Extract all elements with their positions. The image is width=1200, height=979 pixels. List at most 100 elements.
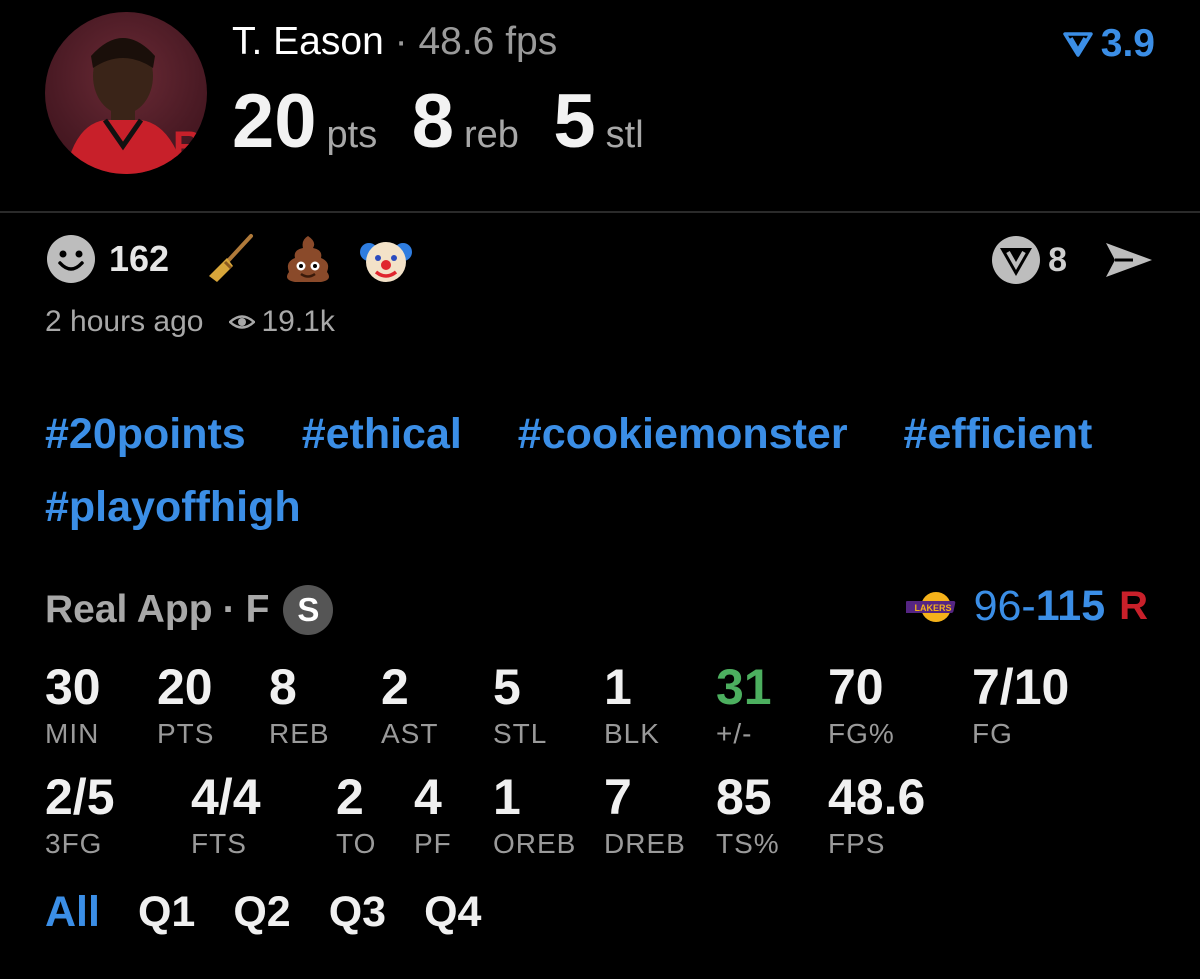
stat-cell: 31 +/- [716,660,772,750]
player-name[interactable]: T. Eason [232,20,384,63]
stat-cell: 70 FG% [828,660,895,750]
fps-text: 48.6 fps [418,20,558,63]
player-fps-line: T. Eason · 48.6 fps [232,20,557,64]
stat-cell: 7 DREB [604,770,686,860]
plus-minus-value: 31 [716,659,772,715]
s-badge[interactable]: S [283,585,334,635]
stat-cell: 2 TO [336,770,376,860]
time-ago: 2 hours ago [45,305,204,338]
send-icon[interactable] [1103,240,1155,280]
stat-cell: 5 STL [493,660,547,750]
stat-value: 4 [414,769,442,825]
stat-cell: 48.6 FPS [828,770,925,860]
stat-value: 5 [493,659,521,715]
rating-value: 3.9 [1100,22,1155,65]
stat-label: FPS [828,828,886,859]
hashtag[interactable]: #ethical [302,398,462,471]
stat-label: +/- [716,718,753,749]
clown-emoji[interactable] [359,232,413,286]
stat-label: TS% [716,828,780,859]
tab-all[interactable]: All [45,888,100,937]
stat-label: FG% [828,718,895,749]
stat-label: PTS [157,718,215,749]
quarter-tabs: All Q1 Q2 Q3 Q4 [45,888,481,937]
away-score: 96 [973,582,1022,630]
tab-q2[interactable]: Q2 [233,888,290,937]
stat-label: REB [269,718,330,749]
stat-cell: 4/4 FTS [191,770,261,860]
rating-chevron-icon [1063,32,1093,57]
poop-emoji[interactable] [281,232,335,286]
score-dash: - [1021,582,1036,630]
stat-label: TO [336,828,377,859]
pts-label: pts [326,114,378,156]
stl-label: stl [605,114,644,156]
views: 19.1k [229,305,335,339]
stat-label: 3FG [45,828,103,859]
stat-value: 8 [269,659,297,715]
rating-badge[interactable]: 3.9 [1063,22,1155,66]
stat-label: FTS [191,828,247,859]
stat-value: 4/4 [191,769,261,825]
stat-cell: 2 AST [381,660,438,750]
stat-value: 85 [716,769,772,825]
stat-cell: 8 REB [269,660,330,750]
reaction-count: 162 [109,238,170,279]
stat-value: 70 [828,659,884,715]
stat-value: 2/5 [45,769,115,825]
broom-emoji[interactable] [203,232,257,286]
stat-label: AST [381,718,439,749]
stat-cell: 4 PF [414,770,452,860]
game-status: F [245,588,270,631]
header-divider [0,211,1200,213]
shield-icon[interactable] [990,234,1042,286]
lakers-logo: LAKERS [905,591,955,622]
source-name[interactable]: Real App [45,588,213,632]
separator-dot: · [394,20,408,63]
stat-value: 7/10 [972,659,1070,715]
stat-value: 1 [493,769,521,825]
stat-value: 2 [336,769,364,825]
stat-cell: 2/5 3FG [45,770,115,860]
lakers-logo-text: LAKERS [914,603,951,613]
stat-value: 1 [604,659,632,715]
post-meta: 2 hours ago 19.1k [45,305,335,339]
reb-value: 8 [411,79,454,164]
player-avatar[interactable]: R [45,12,207,174]
stat-cell: 1 OREB [493,770,576,860]
hashtag[interactable]: #cookiemonster [518,398,848,471]
stat-cell: 1 BLK [604,660,660,750]
stl-value: 5 [553,79,596,164]
eye-icon [229,315,256,329]
stat-label: OREB [493,828,577,859]
game-source-line: Real App · F S [45,585,334,635]
separator-dot: · [222,588,236,631]
share-row: 8 [990,234,1155,286]
tab-q4[interactable]: Q4 [424,888,481,937]
hashtag-list: #20points #ethical #cookiemonster #effic… [45,398,1175,544]
share-count: 8 [1048,240,1067,279]
game-score[interactable]: LAKERS 96-115 R [905,582,1148,631]
tab-q1[interactable]: Q1 [138,888,195,937]
stat-value: 2 [381,659,409,715]
reactions-row: 162 [45,232,437,286]
hashtag[interactable]: #20points [45,398,246,471]
stat-value: 20 [157,659,213,715]
stat-cell: 20 PTS [157,660,214,750]
stat-value: 7 [604,769,632,825]
smiley-icon[interactable] [45,233,97,285]
tab-q3[interactable]: Q3 [329,888,386,937]
stat-label: DREB [604,828,686,859]
hashtag[interactable]: #efficient [904,398,1093,471]
stat-value: 48.6 [828,769,926,825]
stat-label: PF [414,828,452,859]
stat-label: BLK [604,718,660,749]
home-score: 115 [1035,582,1106,630]
stat-label: MIN [45,718,100,749]
stat-cell: 7/10 FG [972,660,1069,750]
rockets-logo: R [173,124,202,168]
stat-cell: 85 TS% [716,770,780,860]
pts-value: 20 [232,79,317,164]
hashtag[interactable]: #playoffhigh [45,471,301,544]
reb-label: reb [463,114,519,156]
